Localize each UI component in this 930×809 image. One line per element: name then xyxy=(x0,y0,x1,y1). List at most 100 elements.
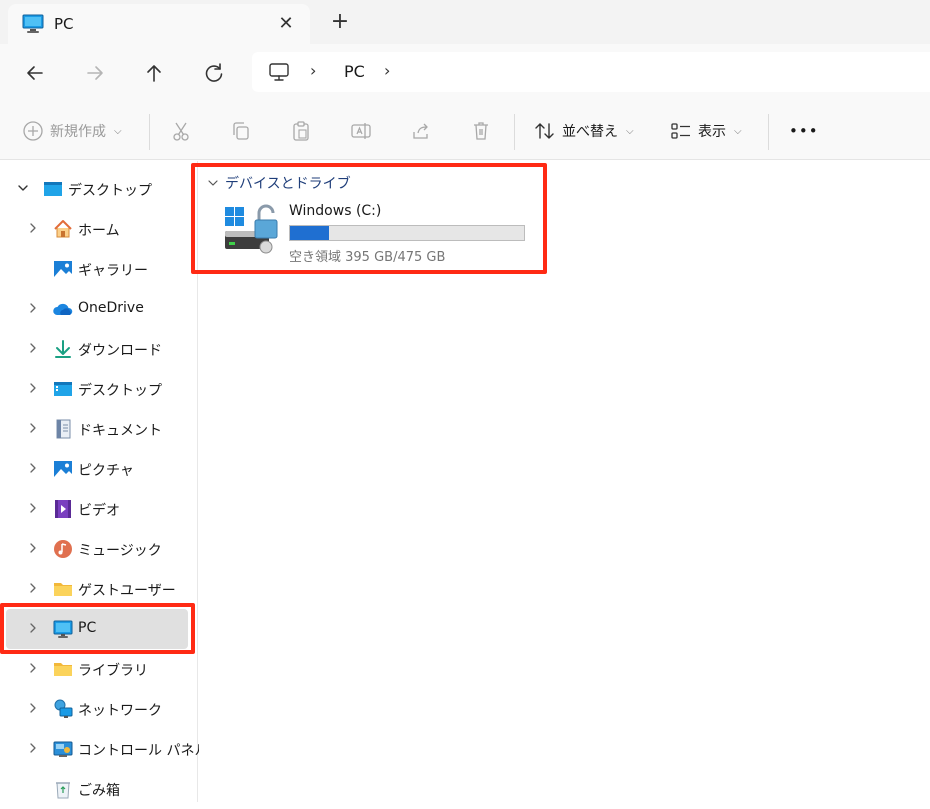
cut-button[interactable] xyxy=(170,119,192,143)
chevron-right-icon[interactable] xyxy=(26,741,40,755)
chevron-right-icon[interactable] xyxy=(26,701,40,715)
sidebar-item-documents[interactable]: ドキュメント xyxy=(0,409,198,449)
sidebar-item-label: ごみ箱 xyxy=(78,783,120,799)
tab-pc[interactable]: PC ✕ xyxy=(8,4,310,44)
chevron-down-icon: ⌵ xyxy=(114,125,122,137)
group-title: デバイスとドライブ xyxy=(225,176,351,192)
download-icon xyxy=(55,340,71,358)
control-panel-icon xyxy=(53,741,73,757)
divider xyxy=(514,114,515,150)
chevron-down-icon: ⌵ xyxy=(626,125,634,137)
chevron-right-icon[interactable] xyxy=(26,581,40,595)
gallery-icon xyxy=(54,261,72,277)
desktop-icon xyxy=(54,382,72,396)
music-icon xyxy=(54,540,72,558)
tab-strip: PC ✕ + xyxy=(0,0,930,44)
address-bar[interactable]: › PC › xyxy=(252,52,930,92)
arrow-right-icon xyxy=(87,66,103,80)
sidebar-item-guest-user[interactable]: ゲストユーザー xyxy=(0,569,198,609)
drive-free-space: 空き領域 395 GB/475 GB xyxy=(289,250,446,265)
desktop-icon xyxy=(44,182,62,196)
video-icon xyxy=(55,500,71,518)
chevron-right-icon[interactable] xyxy=(26,221,40,235)
close-tab-icon[interactable]: ✕ xyxy=(274,12,298,36)
rename-button[interactable] xyxy=(350,119,372,143)
sidebar-item-label: ネットワーク xyxy=(78,703,162,719)
drive-item-c[interactable]: Windows (C:) 空き領域 395 GB/475 GB xyxy=(223,201,533,265)
breadcrumb-pc[interactable]: PC xyxy=(344,62,365,81)
chevron-down-icon: ⌵ xyxy=(734,125,742,137)
new-button[interactable]: 新規作成 ⌵ xyxy=(22,119,122,143)
copy-button[interactable] xyxy=(230,119,252,143)
breadcrumb-chevron-icon[interactable]: › xyxy=(384,61,390,80)
pc-icon xyxy=(22,14,44,33)
sidebar-item-videos[interactable]: ビデオ xyxy=(0,489,198,529)
sidebar-item-libraries[interactable]: ライブラリ xyxy=(0,649,198,689)
chevron-right-icon[interactable] xyxy=(26,501,40,515)
sidebar-item-label: デスクトップ xyxy=(78,383,162,399)
sidebar-item-control-panel[interactable]: コントロール パネル xyxy=(0,729,208,769)
sidebar-item-label: ライブラリ xyxy=(78,663,148,679)
sidebar-item-desktop[interactable]: デスクトップ xyxy=(0,369,198,409)
sidebar-item-pc[interactable]: PC xyxy=(6,609,188,649)
navigation-pane: デスクトップ ホーム ギャラリー OneDrive ダウンロード デスクトップ … xyxy=(0,161,208,802)
sidebar-item-label: ビデオ xyxy=(78,503,120,519)
navigation-bar: › PC › xyxy=(0,44,930,102)
chevron-down-icon[interactable] xyxy=(16,181,30,195)
sidebar-item-home[interactable]: ホーム xyxy=(0,209,198,249)
group-header-devices-and-drives[interactable]: デバイスとドライブ xyxy=(207,173,351,193)
paste-button[interactable] xyxy=(290,119,312,143)
new-tab-button[interactable]: + xyxy=(326,8,354,36)
sidebar-item-label: ダウンロード xyxy=(78,343,162,359)
sidebar-item-onedrive[interactable]: OneDrive xyxy=(0,289,198,329)
chevron-right-icon[interactable] xyxy=(26,541,40,555)
sidebar-item-pictures[interactable]: ピクチャ xyxy=(0,449,198,489)
sidebar-item-label: ゲストユーザー xyxy=(78,583,176,599)
chevron-right-icon[interactable] xyxy=(26,421,40,435)
sidebar-item-desktop-root[interactable]: デスクトップ xyxy=(0,169,198,209)
sidebar-item-network[interactable]: ネットワーク xyxy=(0,689,198,729)
forward-button[interactable] xyxy=(80,58,110,88)
sidebar-item-music[interactable]: ミュージック xyxy=(0,529,198,569)
plus-circle-icon xyxy=(23,121,43,141)
sort-button-label: 並べ替え xyxy=(562,124,618,140)
network-icon xyxy=(54,699,73,718)
copy-icon xyxy=(233,122,249,140)
breadcrumb-chevron-icon[interactable]: › xyxy=(310,61,316,80)
sort-icon xyxy=(535,123,554,139)
pictures-icon xyxy=(54,461,72,477)
chevron-right-icon[interactable] xyxy=(26,341,40,355)
view-button[interactable]: 表示 ⌵ xyxy=(670,119,742,143)
sidebar-item-downloads[interactable]: ダウンロード xyxy=(0,329,198,369)
divider xyxy=(768,114,769,150)
up-button[interactable] xyxy=(139,58,169,88)
trash-icon xyxy=(474,122,488,140)
home-icon xyxy=(54,220,72,238)
refresh-button[interactable] xyxy=(199,58,229,88)
system-drive-icon xyxy=(225,204,278,254)
delete-button[interactable] xyxy=(470,119,492,143)
sidebar-item-recycle-bin[interactable]: ごみ箱 xyxy=(0,769,198,809)
sidebar-item-label: ピクチャ xyxy=(78,463,134,479)
divider xyxy=(149,114,150,150)
sort-button[interactable]: 並べ替え ⌵ xyxy=(534,119,634,143)
sidebar-item-label: ホーム xyxy=(78,223,120,239)
share-icon xyxy=(413,123,428,139)
chevron-right-icon[interactable] xyxy=(26,381,40,395)
back-button[interactable] xyxy=(20,58,50,88)
document-icon xyxy=(56,419,71,439)
chevron-right-icon[interactable] xyxy=(26,461,40,475)
sidebar-item-label: ドキュメント xyxy=(78,423,162,439)
share-button[interactable] xyxy=(410,119,432,143)
chevron-right-icon[interactable] xyxy=(26,621,40,635)
sidebar-item-gallery[interactable]: ギャラリー xyxy=(0,249,198,289)
sidebar-item-label: ミュージック xyxy=(78,543,162,559)
scissors-icon xyxy=(173,122,189,141)
drive-usage-fill xyxy=(290,226,330,240)
more-options-button[interactable]: ••• xyxy=(789,119,819,143)
chevron-right-icon[interactable] xyxy=(26,301,40,315)
pc-outline-icon xyxy=(269,63,289,81)
onedrive-icon xyxy=(53,303,73,315)
chevron-right-icon[interactable] xyxy=(26,661,40,675)
new-button-label: 新規作成 xyxy=(50,124,106,140)
